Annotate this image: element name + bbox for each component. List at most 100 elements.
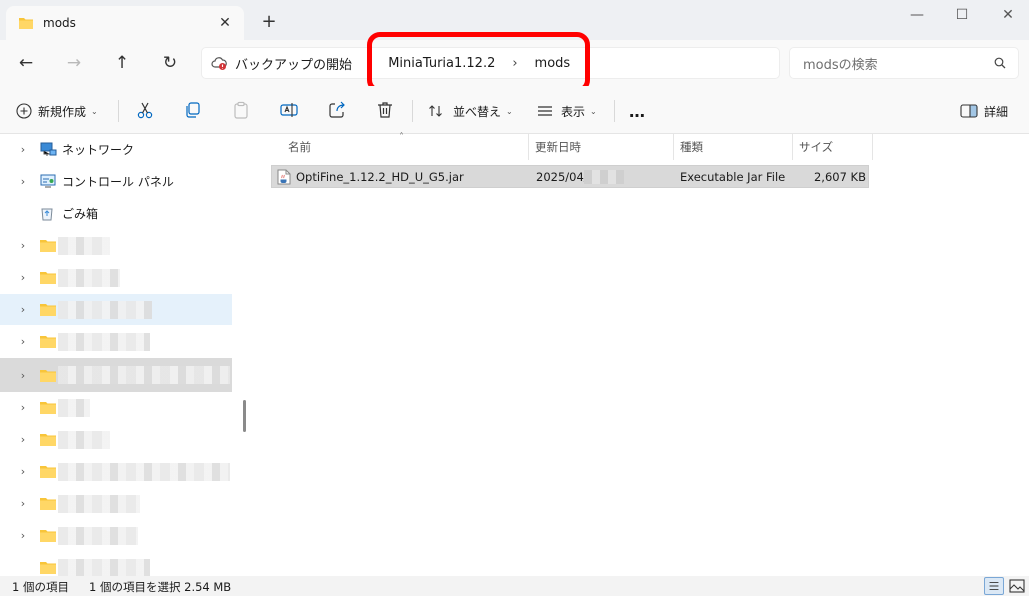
sidebar-item-network[interactable]: › ネットワーク [0, 134, 232, 165]
search-box[interactable]: modsの検索 [789, 47, 1019, 79]
redacted-label [58, 558, 150, 576]
folder-icon [40, 369, 56, 382]
column-header-type[interactable]: 種類 [680, 134, 703, 160]
navigation-pane: › ネットワーク › コントロール パネル ごみ箱 › › › › › › › … [0, 134, 248, 576]
sidebar-folder-item[interactable]: › [0, 456, 232, 487]
breadcrumb-item-mods[interactable]: mods [535, 56, 571, 71]
close-window-button[interactable]: ✕ [993, 4, 1023, 26]
redacted-label [58, 526, 138, 545]
breadcrumb-separator-icon[interactable]: › [512, 56, 517, 71]
column-divider[interactable] [528, 134, 529, 160]
maximize-button[interactable]: ☐ [947, 4, 977, 26]
sidebar-folder-item[interactable]: › [0, 294, 232, 325]
redacted-label [58, 332, 150, 351]
tab-close-icon[interactable]: ✕ [216, 14, 234, 32]
redacted-label [58, 494, 140, 513]
tab-mods[interactable]: mods ✕ [6, 6, 244, 40]
more-options-button[interactable]: … [629, 98, 646, 124]
new-tab-button[interactable]: + [258, 11, 280, 33]
search-icon [994, 57, 1006, 69]
sidebar-item-label: ごみ箱 [62, 207, 99, 221]
chevron-down-icon: ⌄ [506, 106, 513, 116]
file-size: 2,607 KB [813, 169, 866, 184]
redacted-label [58, 366, 230, 384]
sidebar-item-recycle-bin[interactable]: ごみ箱 [0, 198, 232, 229]
view-button[interactable]: 表示 ⌄ [537, 98, 597, 124]
rename-icon[interactable] [279, 100, 299, 120]
tab-title: mods [43, 16, 76, 30]
back-button[interactable]: ← [12, 50, 40, 76]
details-view-icon[interactable] [984, 577, 1004, 595]
file-date: 2025/04/ [536, 169, 588, 184]
paste-icon[interactable] [231, 100, 251, 120]
sidebar-folder-item[interactable]: › [0, 326, 232, 357]
new-button-label: 新規作成 [38, 104, 87, 119]
search-input[interactable]: modsの検索 [803, 54, 994, 73]
chevron-right-icon[interactable]: › [16, 239, 30, 252]
redacted-date [584, 170, 624, 184]
chevron-right-icon[interactable]: › [16, 143, 30, 156]
up-button[interactable]: ↑ [108, 50, 136, 76]
breadcrumb-separator-icon[interactable]: › [366, 56, 371, 71]
chevron-right-icon[interactable]: › [16, 433, 30, 446]
divider [412, 100, 413, 122]
chevron-right-icon[interactable]: › [16, 401, 30, 414]
details-pane-button[interactable]: 詳細 [960, 98, 1008, 124]
view-button-label: 表示 [561, 104, 586, 119]
chevron-right-icon[interactable]: › [16, 175, 30, 188]
sidebar-folder-item[interactable]: › [0, 358, 232, 392]
file-type: Executable Jar File [680, 169, 786, 184]
sidebar-folder-item[interactable]: › [0, 230, 232, 261]
breadcrumb-item-backup[interactable]: バックアップの開始 [235, 54, 352, 73]
view-list-icon [538, 106, 552, 116]
column-divider[interactable] [872, 134, 873, 160]
divider [614, 100, 615, 122]
delete-icon[interactable] [375, 100, 395, 120]
chevron-right-icon[interactable]: › [16, 497, 30, 510]
breadcrumb-item-miniaturia[interactable]: MiniaTuria1.12.2 [388, 56, 495, 71]
column-header-name[interactable]: 名前 [288, 134, 311, 160]
column-header-size[interactable]: サイズ [799, 134, 833, 160]
chevron-right-icon[interactable]: › [16, 369, 30, 382]
command-bar: 新規作成 ⌄ 並べ替え ⌄ 表示 ⌄ … 詳細 [0, 86, 1029, 134]
sidebar-folder-item[interactable]: › [0, 262, 232, 293]
title-bar: mods ✕ + — ☐ ✕ [0, 0, 1029, 40]
sidebar-scrollbar[interactable] [243, 400, 246, 432]
sidebar-item-control-panel[interactable]: › コントロール パネル [0, 166, 232, 197]
chevron-right-icon[interactable]: › [16, 303, 30, 316]
thumbnail-view-icon[interactable] [1007, 577, 1027, 595]
folder-icon [40, 434, 56, 446]
sidebar-folder-item[interactable]: › [0, 488, 232, 519]
status-bar: 1 個の項目 1 個の項目を選択 2.54 MB [0, 576, 1029, 596]
chevron-right-icon[interactable]: › [16, 271, 30, 284]
folder-icon [40, 562, 56, 574]
column-divider[interactable] [673, 134, 674, 160]
minimize-button[interactable]: — [902, 4, 932, 26]
copy-icon[interactable] [183, 100, 203, 120]
new-button[interactable]: 新規作成 ⌄ [16, 98, 98, 124]
column-header-date[interactable]: 更新日時 [535, 134, 581, 160]
cut-icon[interactable] [135, 100, 155, 120]
refresh-button[interactable]: ↻ [156, 50, 184, 76]
share-icon[interactable] [327, 100, 347, 120]
plus-circle-icon [16, 103, 32, 119]
details-pane-label: 詳細 [984, 104, 1009, 119]
chevron-right-icon[interactable]: › [16, 465, 30, 478]
sidebar-folder-item[interactable]: › [0, 520, 232, 551]
backup-cloud-icon [211, 57, 227, 70]
address-bar[interactable]: バックアップの開始 › MiniaTuria1.12.2 › mods [201, 47, 780, 79]
details-pane-icon [960, 104, 978, 118]
sidebar-folder-item[interactable]: › [0, 392, 232, 423]
file-row[interactable]: OptiFine_1.12.2_HD_U_G5.jar 2025/04/ Exe… [271, 165, 869, 188]
network-icon [40, 142, 57, 156]
navigation-bar: ← → ↑ ↻ バックアップの開始 › MiniaTuria1.12.2 › m… [0, 40, 1029, 86]
column-divider[interactable] [792, 134, 793, 160]
recycle-bin-icon [41, 208, 53, 221]
folder-icon [40, 336, 56, 348]
forward-button[interactable]: → [60, 50, 88, 76]
sidebar-folder-item[interactable] [0, 552, 232, 576]
chevron-right-icon[interactable]: › [16, 335, 30, 348]
chevron-right-icon[interactable]: › [16, 529, 30, 542]
sort-button[interactable]: 並べ替え ⌄ [428, 98, 513, 124]
sidebar-folder-item[interactable]: › [0, 424, 232, 455]
